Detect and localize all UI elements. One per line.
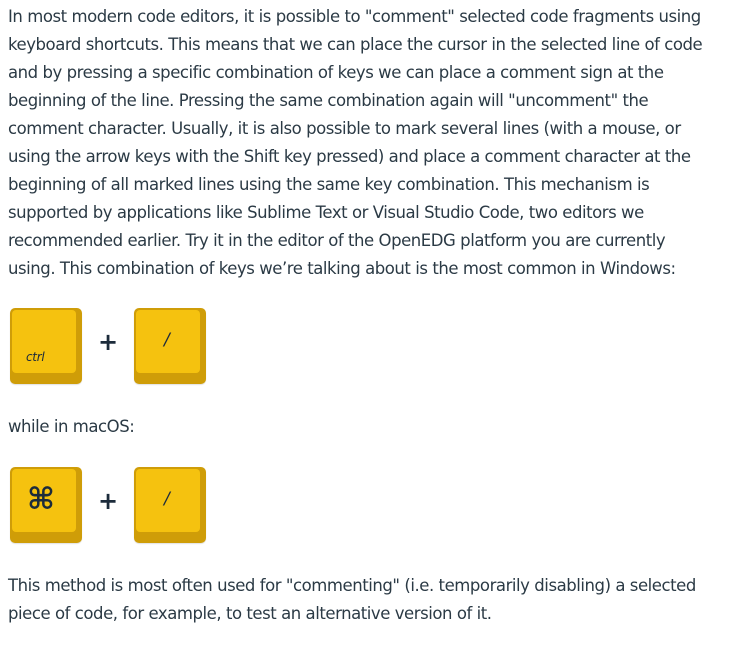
ctrl-key: ctrl xyxy=(10,308,82,384)
macos-shortcut-illustration: ⌘ + / xyxy=(10,465,310,545)
command-icon: ⌘ xyxy=(27,482,55,517)
command-key: ⌘ xyxy=(10,467,82,543)
closing-paragraph: This method is most often used for "comm… xyxy=(8,572,696,628)
plus-sign: + xyxy=(98,328,119,356)
intro-paragraph: In most modern code editors, it is possi… xyxy=(8,3,703,283)
key-face: / xyxy=(136,310,200,373)
plus-sign: + xyxy=(98,487,119,515)
intro-line: supported by applications like Sublime T… xyxy=(8,203,644,222)
intro-line: In most modern code editors, it is possi… xyxy=(8,7,701,26)
intro-line: recommended earlier. Try it in the edito… xyxy=(8,231,666,250)
key-face: ⌘ xyxy=(12,469,76,532)
key-face: / xyxy=(136,469,200,532)
ctrl-key-label: ctrl xyxy=(26,350,45,364)
closing-line: This method is most often used for "comm… xyxy=(8,576,696,595)
intro-line: keyboard shortcuts. This means that we c… xyxy=(8,35,703,54)
intro-line: and by pressing a specific combination o… xyxy=(8,63,664,82)
macos-intro-text: while in macOS: xyxy=(8,413,135,441)
macos-intro-line: while in macOS: xyxy=(8,417,135,436)
closing-line: piece of code, for example, to test an a… xyxy=(8,604,492,623)
slash-key-label: / xyxy=(164,330,170,350)
intro-line: comment character. Usually, it is also p… xyxy=(8,119,681,138)
slash-key-label: / xyxy=(164,489,170,509)
slash-key: / xyxy=(134,308,206,384)
intro-line: using the arrow keys with the Shift key … xyxy=(8,147,691,166)
key-face: ctrl xyxy=(12,310,76,373)
intro-line: beginning of all marked lines using the … xyxy=(8,175,650,194)
intro-line: using. This combination of keys we’re ta… xyxy=(8,259,676,278)
slash-key: / xyxy=(134,467,206,543)
intro-line: beginning of the line. Pressing the same… xyxy=(8,91,649,110)
windows-shortcut-illustration: ctrl + / xyxy=(10,306,310,386)
